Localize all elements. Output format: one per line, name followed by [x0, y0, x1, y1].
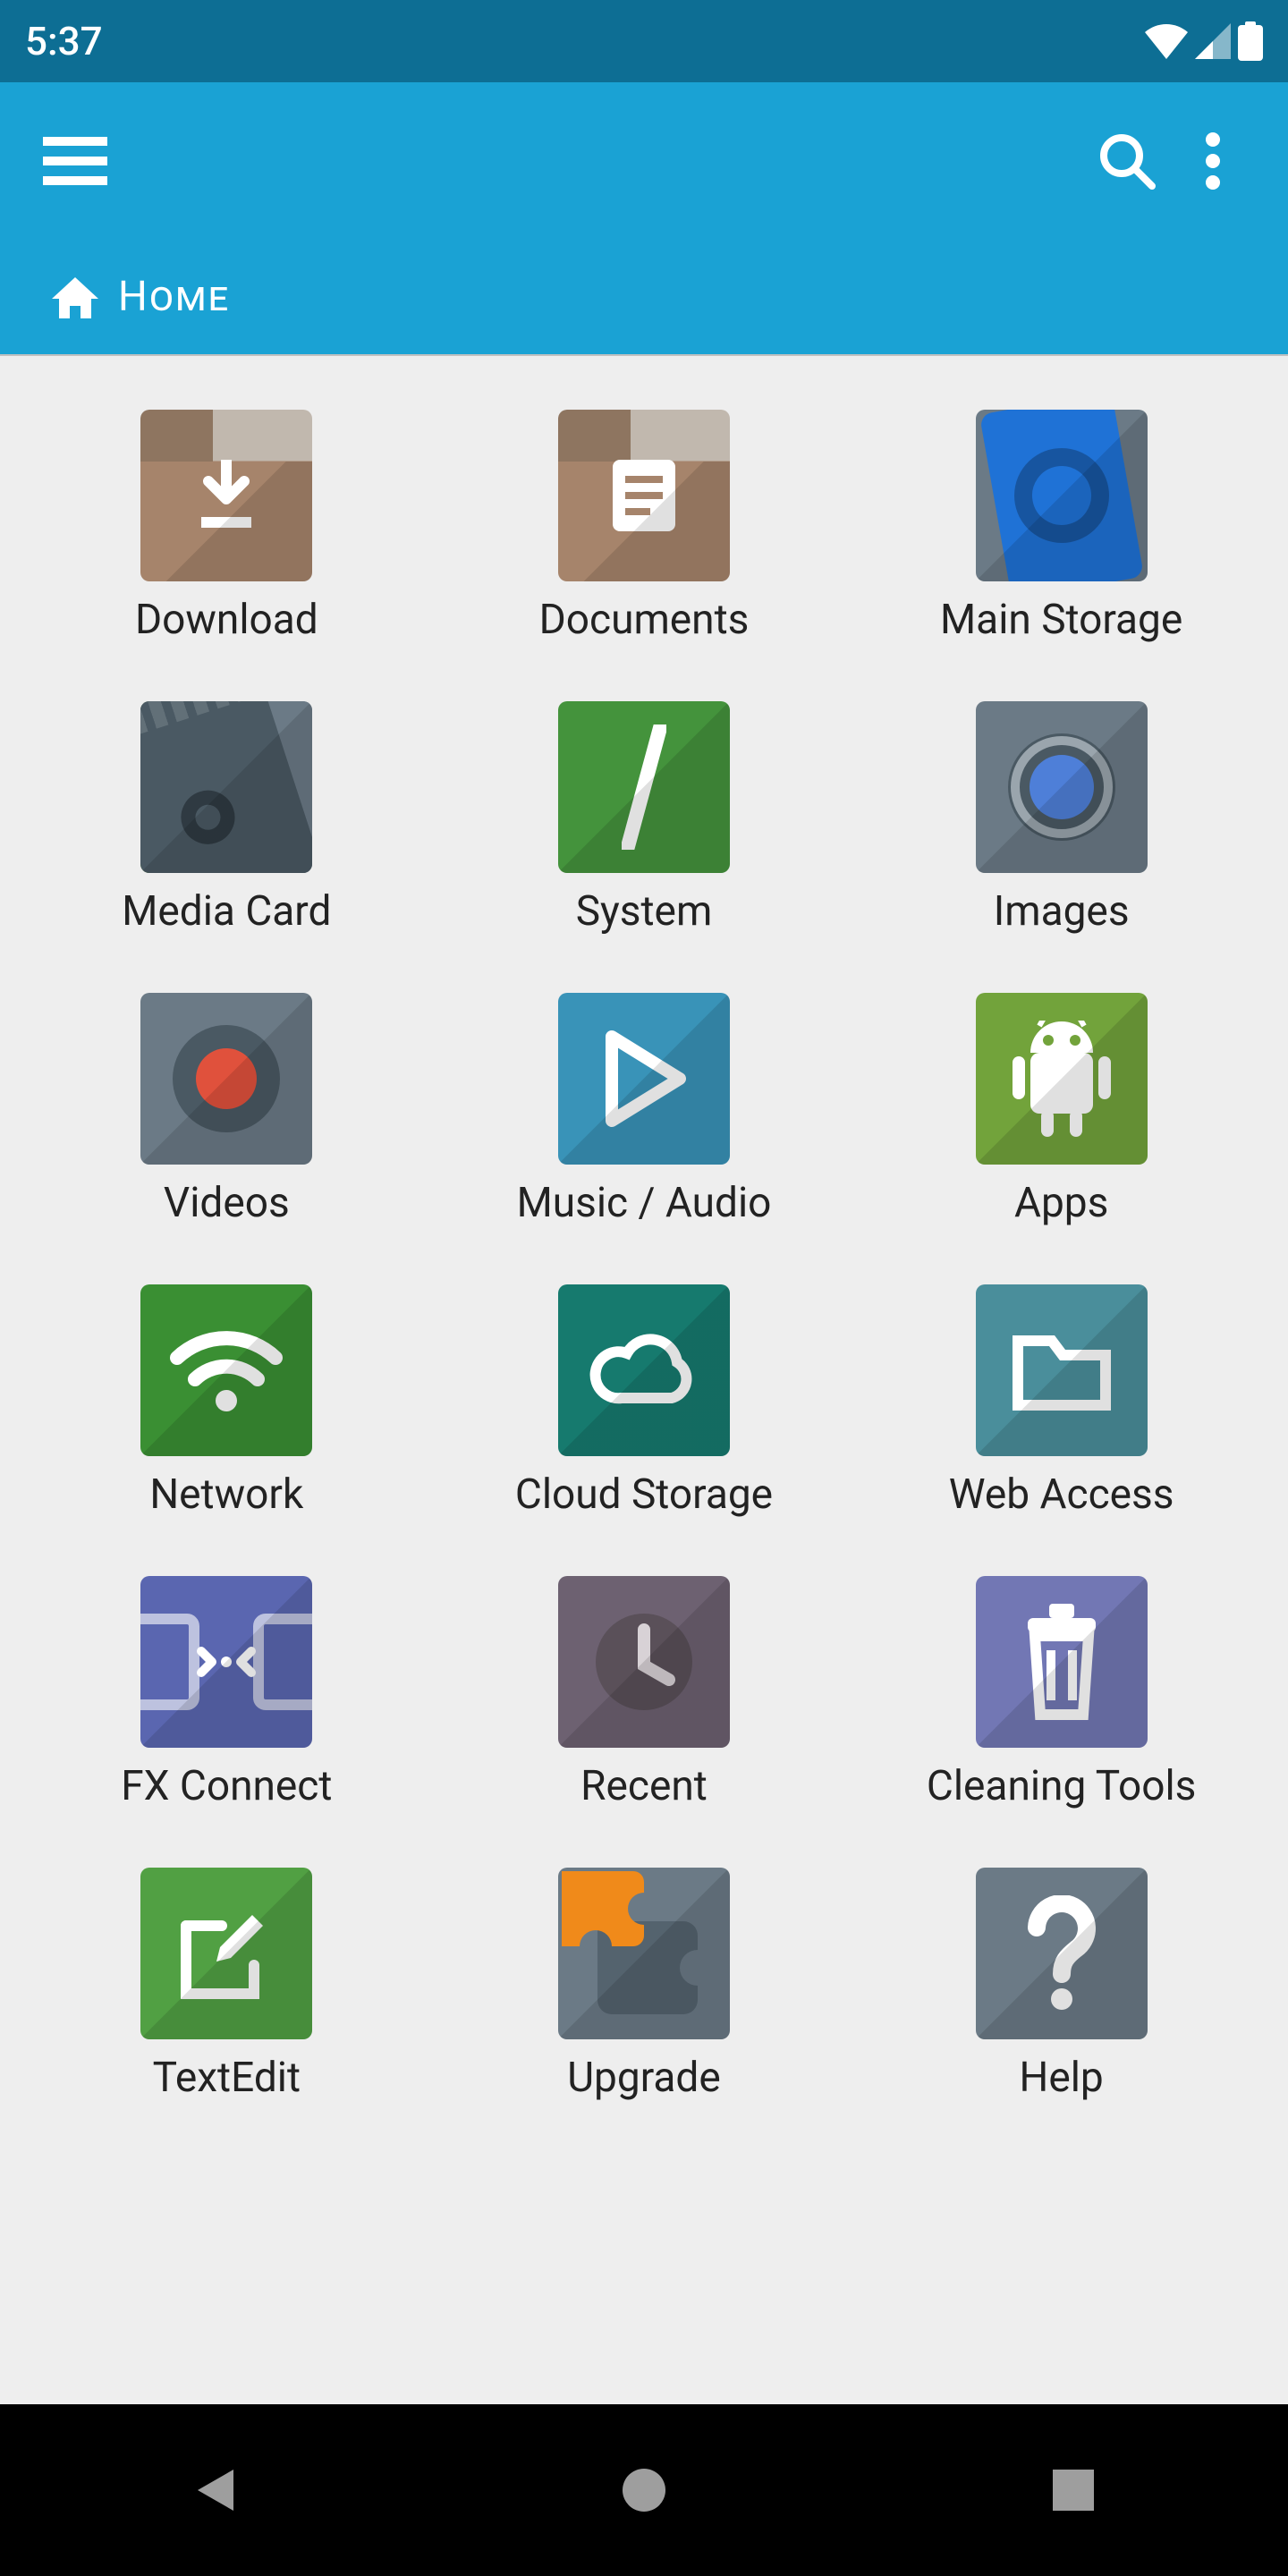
tile-label: TextEdit — [153, 2054, 301, 2102]
tile-apps[interactable]: Apps — [852, 993, 1270, 1227]
tile-label: Documents — [539, 596, 750, 644]
tile-label: Cleaning Tools — [927, 1762, 1197, 1810]
cloud-storage-icon — [558, 1284, 730, 1456]
tile-fxconnect[interactable]: FX Connect — [18, 1576, 436, 1810]
tile-label: Upgrade — [567, 2054, 721, 2102]
apps-icon — [976, 993, 1148, 1165]
tile-label: Main Storage — [940, 596, 1182, 644]
recent-icon — [558, 1576, 730, 1748]
hamburger-icon — [43, 137, 107, 185]
tile-network[interactable]: Network — [18, 1284, 436, 1519]
nav-home-button[interactable] — [599, 2445, 689, 2535]
tile-textedit[interactable]: TextEdit — [18, 1868, 436, 2102]
tile-cloud[interactable]: Cloud Storage — [436, 1284, 853, 1519]
more-vert-icon — [1206, 132, 1220, 190]
images-icon — [976, 701, 1148, 873]
breadcrumb-label: Home — [118, 273, 230, 321]
music-icon — [558, 993, 730, 1165]
tile-label: System — [576, 887, 713, 936]
tile-label: Web Access — [949, 1470, 1174, 1519]
tile-label: Download — [135, 596, 318, 644]
wifi-icon — [1145, 23, 1188, 59]
tile-label: Network — [149, 1470, 303, 1519]
tile-label: Help — [1020, 2054, 1104, 2102]
tile-music[interactable]: Music / Audio — [436, 993, 853, 1227]
web-access-icon — [976, 1284, 1148, 1456]
back-triangle-icon — [191, 2466, 239, 2514]
tile-system[interactable]: System — [436, 701, 853, 936]
tile-mediacard[interactable]: Media Card — [18, 701, 436, 936]
action-bar — [0, 82, 1288, 240]
main-storage-icon — [976, 410, 1148, 581]
fx-connect-icon — [140, 1576, 312, 1748]
overflow-button[interactable] — [1170, 118, 1256, 204]
nav-recents-button[interactable] — [1029, 2445, 1118, 2535]
tile-cleaning[interactable]: Cleaning Tools — [852, 1576, 1270, 1810]
tile-label: Videos — [164, 1179, 290, 1227]
tile-videos[interactable]: Videos — [18, 993, 436, 1227]
status-clock: 5:37 — [25, 18, 103, 64]
tile-images[interactable]: Images — [852, 701, 1270, 936]
videos-icon — [140, 993, 312, 1165]
tile-mainstorage[interactable]: Main Storage — [852, 410, 1270, 644]
breadcrumb[interactable]: Home — [0, 240, 1288, 356]
tiles-grid: Download Documents Main Storage Media Ca… — [18, 410, 1270, 2102]
download-folder-icon — [140, 410, 312, 581]
tile-label: Recent — [580, 1762, 708, 1810]
tile-label: FX Connect — [121, 1762, 332, 1810]
tile-documents[interactable]: Documents — [436, 410, 853, 644]
home-circle-icon — [621, 2467, 667, 2513]
documents-folder-icon — [558, 410, 730, 581]
menu-button[interactable] — [32, 118, 118, 204]
help-icon — [976, 1868, 1148, 2039]
search-button[interactable] — [1084, 118, 1170, 204]
tile-recent[interactable]: Recent — [436, 1576, 853, 1810]
media-card-icon — [140, 701, 312, 873]
system-icon — [558, 701, 730, 873]
home-icon — [50, 272, 100, 322]
tile-label: Media Card — [122, 887, 331, 936]
status-bar: 5:37 — [0, 0, 1288, 82]
tile-label: Cloud Storage — [515, 1470, 773, 1519]
tile-help[interactable]: Help — [852, 1868, 1270, 2102]
status-icons — [1145, 21, 1263, 61]
content: Download Documents Main Storage Media Ca… — [0, 356, 1288, 2404]
tile-label: Music / Audio — [517, 1179, 772, 1227]
network-icon — [140, 1284, 312, 1456]
tile-upgrade[interactable]: Upgrade — [436, 1868, 853, 2102]
search-icon — [1098, 132, 1156, 190]
nav-back-button[interactable] — [170, 2445, 259, 2535]
cleaning-tools-icon — [976, 1576, 1148, 1748]
tile-label: Images — [994, 887, 1130, 936]
tile-webaccess[interactable]: Web Access — [852, 1284, 1270, 1519]
signal-icon — [1195, 23, 1231, 59]
textedit-icon — [140, 1868, 312, 2039]
upgrade-icon — [558, 1868, 730, 2039]
tile-download[interactable]: Download — [18, 410, 436, 644]
recents-square-icon — [1053, 2470, 1094, 2511]
tile-label: Apps — [1014, 1179, 1108, 1227]
system-nav-bar — [0, 2404, 1288, 2576]
battery-icon — [1238, 21, 1263, 61]
